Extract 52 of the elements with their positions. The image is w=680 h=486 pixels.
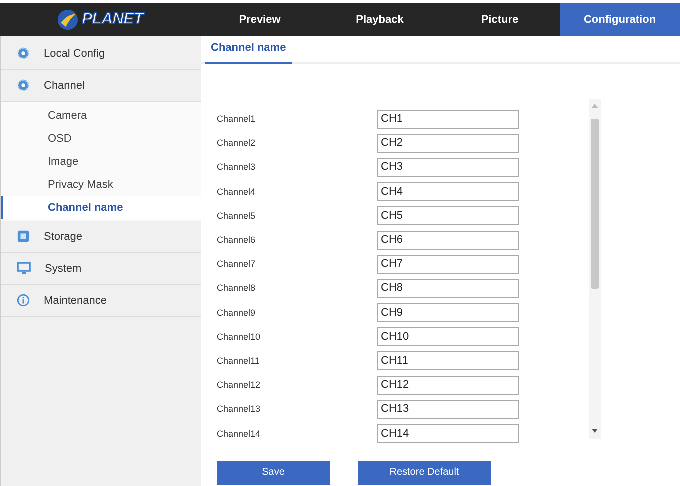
tab[interactable]: Channel name — [205, 36, 292, 64]
gear-icon — [17, 79, 30, 92]
storage-icon — [17, 230, 30, 243]
sidebar-item[interactable]: Maintenance — [1, 285, 201, 317]
channel-name-field[interactable]: CH12 — [377, 376, 519, 395]
channel-label: Channel4 — [217, 186, 257, 197]
sidebar-item[interactable]: Local Config — [1, 38, 201, 70]
channel-label: Channel10 — [217, 332, 262, 342]
submenu-item[interactable]: OSD — [1, 127, 201, 150]
monitor-icon — [17, 262, 31, 275]
logo-text: PLANET — [82, 10, 143, 28]
channel-name-field[interactable]: CH11 — [377, 351, 519, 370]
channel-label: Channel3 — [217, 162, 257, 172]
info-icon — [17, 294, 30, 307]
nav-tab[interactable]: Playback — [320, 3, 440, 36]
channel-label: Channel9 — [217, 308, 257, 318]
channel-label: Channel2 — [217, 138, 257, 148]
save-button[interactable]: Save — [217, 460, 330, 485]
nav-tab[interactable]: Preview — [200, 3, 320, 36]
sidebar-item[interactable]: System — [1, 253, 201, 285]
channel-name-field[interactable]: CH6 — [377, 230, 519, 250]
channel-name-field[interactable]: CH14 — [377, 424, 519, 444]
channel-name-field[interactable]: CH7 — [377, 254, 519, 274]
submenu-item[interactable]: Channel name — [1, 196, 201, 219]
channel-name-field[interactable]: CH1 — [377, 110, 519, 129]
channel-name-field[interactable]: CH9 — [377, 303, 519, 322]
channel-label: Channel14 — [217, 428, 262, 439]
channel-label: Channel6 — [217, 235, 257, 246]
nav-tab[interactable]: Picture — [440, 3, 560, 36]
channel-name-field[interactable]: CH10 — [377, 327, 519, 346]
submenu-item[interactable]: Privacy Mask — [1, 173, 201, 196]
channel-label: Channel8 — [217, 283, 257, 294]
submenu-item[interactable]: Image — [1, 150, 201, 173]
scrollbar[interactable] — [589, 99, 601, 439]
channel-name-field[interactable]: CH5 — [377, 206, 519, 226]
restore-default-button[interactable]: Restore Default — [358, 460, 491, 485]
channel-name-field[interactable]: CH2 — [377, 134, 519, 153]
nav-tab[interactable]: Configuration — [560, 3, 680, 36]
channel-name-field[interactable]: CH4 — [377, 182, 519, 202]
channel-label: Channel13 — [217, 404, 262, 414]
gear-icon — [17, 47, 30, 60]
channel-name-field[interactable]: CH3 — [377, 158, 519, 177]
channel-name-field[interactable]: CH13 — [377, 400, 519, 419]
submenu-item[interactable]: Camera — [1, 104, 201, 127]
channel-label: Channel1 — [217, 114, 257, 124]
channel-label: Channel7 — [217, 259, 257, 270]
sidebar-item[interactable]: Storage — [1, 221, 201, 253]
globe-icon — [57, 8, 79, 30]
channel-label: Channel5 — [217, 210, 257, 221]
channel-label: Channel11 — [217, 356, 261, 366]
channel-label: Channel12 — [217, 380, 262, 390]
channel-name-field[interactable]: CH8 — [377, 278, 519, 298]
